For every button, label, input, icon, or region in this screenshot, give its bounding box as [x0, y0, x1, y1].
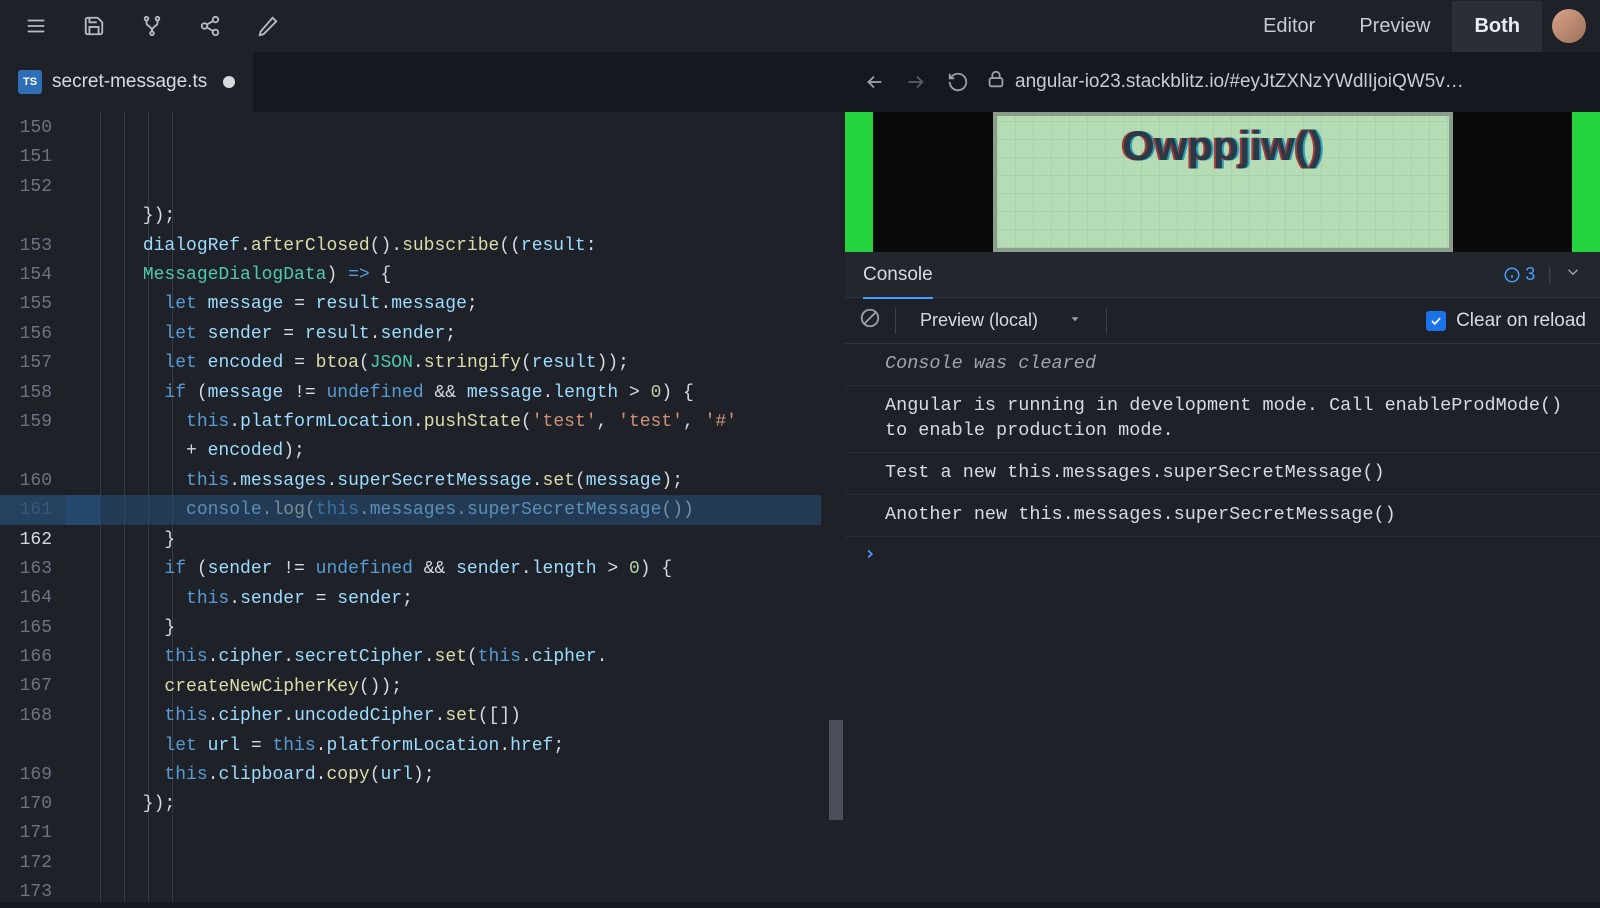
- code-line[interactable]: MessageDialogData) => {: [78, 261, 845, 290]
- code-line[interactable]: if (sender != undefined && sender.length…: [78, 555, 845, 584]
- editor-scrollbar[interactable]: [827, 112, 845, 902]
- avatar[interactable]: [1552, 9, 1586, 43]
- lock-icon: [985, 68, 1007, 96]
- code-line[interactable]: this.messages.superSecretMessage.set(mes…: [78, 467, 845, 496]
- console-source-label: Preview (local): [920, 310, 1038, 331]
- code-line[interactable]: + encoded);: [78, 437, 845, 466]
- file-tab[interactable]: TS secret-message.ts: [0, 52, 253, 112]
- code-line[interactable]: this.clipboard.copy(url);: [78, 761, 845, 790]
- save-icon[interactable]: [76, 8, 112, 44]
- preview-cipher-text: Owppjiw(): [1122, 122, 1323, 170]
- code-line[interactable]: createNewCipherKey());: [78, 673, 845, 702]
- scroll-thumb[interactable]: [829, 720, 843, 820]
- console-message: Test a new this.messages.superSecretMess…: [845, 453, 1600, 495]
- url-bar[interactable]: angular-io23.stackblitz.io/#eyJtZXNzYWdl…: [985, 68, 1586, 96]
- ts-badge-icon: TS: [18, 70, 42, 94]
- code-line[interactable]: this.cipher.uncodedCipher.set([]): [78, 702, 845, 731]
- code-line[interactable]: dialogRef.afterClosed().subscribe((resul…: [78, 232, 845, 261]
- selected-line-highlight: [66, 495, 821, 524]
- console-message: Another new this.messages.superSecretMes…: [845, 495, 1600, 537]
- reload-icon[interactable]: [943, 71, 973, 93]
- console-message: Angular is running in development mode. …: [845, 386, 1600, 453]
- code-line[interactable]: this.sender = sender;: [78, 585, 845, 614]
- console-body[interactable]: Console was clearedAngular is running in…: [845, 344, 1600, 902]
- code-line[interactable]: let sender = result.sender;: [78, 320, 845, 349]
- top-toolbar: Editor Preview Both: [0, 0, 1600, 52]
- nav-forward-icon[interactable]: [901, 71, 931, 93]
- preview-frame: Owppjiw(): [845, 112, 1600, 252]
- console-tab[interactable]: Console: [863, 264, 933, 286]
- code-line[interactable]: }: [78, 614, 845, 643]
- mode-both[interactable]: Both: [1452, 1, 1542, 52]
- fork-icon[interactable]: [134, 8, 170, 44]
- preview-bg-right: [1572, 112, 1600, 252]
- console-message: Console was cleared: [845, 344, 1600, 386]
- console-count-badge[interactable]: 3: [1503, 264, 1535, 285]
- console-clear-icon[interactable]: [859, 307, 881, 334]
- share-icon[interactable]: [192, 8, 228, 44]
- edit-icon[interactable]: [250, 8, 286, 44]
- code-line[interactable]: });: [78, 202, 845, 231]
- code-line[interactable]: let encoded = btoa(JSON.stringify(result…: [78, 349, 845, 378]
- preview-bg-left: [845, 112, 873, 252]
- console-prompt[interactable]: [845, 537, 1600, 577]
- preview-pane: angular-io23.stackblitz.io/#eyJtZXNzYWdl…: [845, 112, 1600, 902]
- clear-on-reload-checkbox[interactable]: [1426, 311, 1446, 331]
- code-line[interactable]: });: [78, 790, 845, 819]
- mode-editor[interactable]: Editor: [1241, 1, 1337, 52]
- console-source-select[interactable]: Preview (local): [910, 306, 1092, 335]
- console-collapse-icon[interactable]: [1564, 263, 1582, 286]
- code-area[interactable]: }); dialogRef.afterClosed().subscribe((r…: [66, 112, 845, 902]
- code-line[interactable]: let url = this.platformLocation.href;: [78, 732, 845, 761]
- preview-card: Owppjiw(): [993, 112, 1453, 252]
- code-line[interactable]: }: [78, 526, 845, 555]
- code-line[interactable]: this.platformLocation.pushState('test', …: [78, 408, 845, 437]
- console-header: Console 3 |: [845, 252, 1600, 298]
- code-line[interactable]: let message = result.message;: [78, 290, 845, 319]
- chevron-down-icon: [1068, 310, 1082, 331]
- nav-back-icon[interactable]: [859, 71, 889, 93]
- menu-icon[interactable]: [18, 8, 54, 44]
- console-count-value: 3: [1525, 264, 1535, 285]
- file-tab-name: secret-message.ts: [52, 71, 207, 93]
- mode-preview[interactable]: Preview: [1337, 1, 1452, 52]
- browser-bar: angular-io23.stackblitz.io/#eyJtZXNzYWdl…: [845, 52, 1600, 112]
- editor-pane[interactable]: 1501511521531541551561571581591601611621…: [0, 112, 845, 902]
- code-line[interactable]: this.cipher.secretCipher.set(this.cipher…: [78, 643, 845, 672]
- code-line[interactable]: if (message != undefined && message.leng…: [78, 379, 845, 408]
- modified-indicator-icon: [223, 76, 235, 88]
- clear-on-reload-label: Clear on reload: [1456, 310, 1586, 332]
- console-toolbar: Preview (local) Clear on reload: [845, 298, 1600, 344]
- url-text: angular-io23.stackblitz.io/#eyJtZXNzYWdl…: [1015, 71, 1464, 93]
